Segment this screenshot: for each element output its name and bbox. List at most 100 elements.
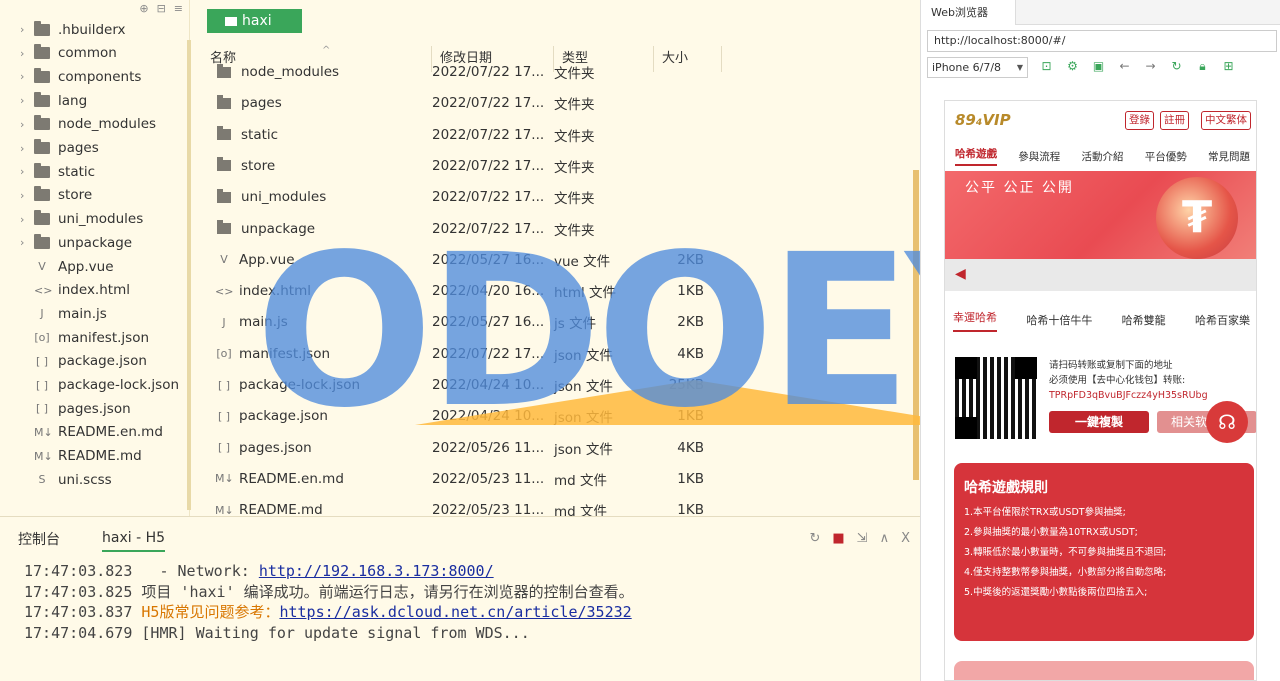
file-name: App.vue: [239, 251, 295, 268]
file-row[interactable]: uni_modules 2022/07/22 17... 文件夹: [202, 182, 722, 212]
tree-file[interactable]: [ ] pages.json: [0, 397, 190, 420]
tab-lucky-hash[interactable]: 幸運哈希: [953, 309, 997, 332]
tree-folder[interactable]: › store: [0, 184, 190, 207]
stop-icon[interactable]: ■: [832, 531, 844, 546]
tree-file[interactable]: V App.vue: [0, 255, 190, 278]
devtools-icon[interactable]: ▣: [1091, 59, 1106, 74]
file-row[interactable]: [o] manifest.json 2022/07/22 17... json 文件 4…: [202, 339, 722, 369]
nav-hash-games[interactable]: 哈希遊戲: [955, 146, 997, 166]
refresh-icon[interactable]: ↻: [1169, 59, 1184, 74]
file-row[interactable]: unpackage 2022/07/22 17... 文件夹: [202, 214, 722, 244]
file-row[interactable]: [ ] package-lock.json 2022/04/24 10... json…: [202, 370, 722, 400]
file-row[interactable]: M↓ README.md 2022/05/23 11... md 文件 1KB: [202, 495, 722, 516]
screenshot-icon[interactable]: ⊡: [1039, 59, 1054, 74]
rule-item: 3.轉賬低於最小數量時，不可參與抽獎且不退回;: [964, 547, 1167, 558]
folder-icon: [34, 162, 50, 178]
log-link[interactable]: https://ask.dcloud.net.cn/article/35232: [279, 603, 631, 621]
back-icon[interactable]: ←: [1117, 59, 1132, 74]
site-logo[interactable]: 89₄VIP: [955, 111, 1011, 129]
tree-folder[interactable]: › static: [0, 160, 190, 183]
file-name: package.json: [239, 408, 328, 425]
tab-hash-dragon[interactable]: 哈希雙龍: [1122, 312, 1166, 328]
file-row-name: unpackage: [202, 220, 432, 237]
explorer-scrollbar[interactable]: [913, 170, 919, 480]
tree-folder[interactable]: › components: [0, 65, 190, 88]
tree-folder[interactable]: › uni_modules: [0, 208, 190, 231]
folder-icon: [217, 63, 231, 78]
folder-tab-label: haxi: [242, 13, 272, 29]
tree-folder[interactable]: › common: [0, 42, 190, 65]
file-row[interactable]: static 2022/07/22 17... 文件夹: [202, 120, 722, 150]
tree-file[interactable]: Suni.scss: [0, 468, 190, 491]
file-name: manifest.json: [239, 345, 331, 362]
tab-hash-niuniu[interactable]: 哈希十倍牛牛: [1026, 312, 1092, 328]
tree-file[interactable]: <> index.html: [0, 279, 190, 302]
rules-card: 哈希遊戲規則 1.本平台僅限於TRX或USDT參與抽獎; 2.參與抽獎的最小數量…: [954, 463, 1254, 641]
grid-icon[interactable]: ⊞: [1221, 59, 1236, 74]
collapse-up-icon[interactable]: ∧: [880, 531, 890, 546]
nav-activities[interactable]: 活動介紹: [1082, 149, 1124, 164]
banner[interactable]: 公平 公正 公開 ₮: [945, 171, 1256, 259]
tree-folder[interactable]: › lang: [0, 89, 190, 112]
register-button[interactable]: 註冊: [1160, 111, 1189, 130]
file-size: 4KB: [677, 439, 704, 456]
tether-coin-icon: ₮: [1156, 177, 1238, 259]
log-link[interactable]: http://192.168.3.173:8000/: [259, 562, 494, 580]
tree-folder[interactable]: › pages: [0, 137, 190, 160]
forward-icon[interactable]: →: [1143, 59, 1158, 74]
url-input[interactable]: http://localhost:8000/#/: [927, 30, 1277, 52]
nav-process[interactable]: 參與流程: [1018, 149, 1060, 164]
file-row[interactable]: M↓ README.en.md 2022/05/23 11... md 文件 1KB: [202, 464, 722, 494]
settings-icon[interactable]: ⚙: [1065, 59, 1080, 74]
file-icon: [ ]: [217, 441, 231, 455]
browser-tab[interactable]: Web浏览器: [921, 0, 1016, 25]
tree-file[interactable]: [o] manifest.json: [0, 326, 190, 349]
folder-icon: [34, 210, 50, 226]
tree-file[interactable]: M↓ README.en.md: [0, 421, 190, 444]
chevron-down-icon: ▼: [1016, 63, 1023, 72]
copy-button[interactable]: 一鍵複製: [1049, 411, 1149, 433]
tree-file[interactable]: [ ] package-lock.json: [0, 374, 190, 397]
export-icon[interactable]: ⇲: [857, 531, 868, 546]
collapse-icon[interactable]: ⊟: [157, 2, 166, 18]
tab-haxi-h5[interactable]: haxi - H5: [102, 526, 166, 552]
file-date: 2022/04/20 16...: [432, 283, 545, 300]
tree-folder[interactable]: › .hbuilderx: [0, 18, 190, 41]
file-row[interactable]: <> index.html 2022/04/20 16... html 文件 1KB: [202, 276, 722, 306]
file-name: node_modules: [241, 64, 340, 80]
folder-icon: [34, 115, 50, 131]
close-panel-icon[interactable]: X: [901, 531, 910, 546]
file-row[interactable]: V App.vue 2022/05/27 16... vue 文件 2KB: [202, 245, 722, 275]
language-button[interactable]: 中文繁体: [1201, 111, 1251, 130]
lock-icon[interactable]: 🔒︎: [1195, 59, 1210, 74]
nav-faq[interactable]: 常見問題: [1208, 149, 1250, 164]
menu-icon[interactable]: ≡: [174, 2, 183, 18]
tree-item-label: main.js: [58, 305, 107, 322]
tree-scrollbar[interactable]: [187, 40, 191, 510]
tree-item-label: store: [58, 187, 93, 204]
browser-tabbar: Web浏览器: [921, 0, 1280, 25]
file-row[interactable]: pages 2022/07/22 17... 文件夹: [202, 88, 722, 118]
folder-tab[interactable]: haxi: [207, 9, 302, 33]
file-row[interactable]: store 2022/07/22 17... 文件夹: [202, 151, 722, 181]
file-row[interactable]: [ ] pages.json 2022/05/26 11... json 文件 4KB: [202, 433, 722, 463]
tree-file[interactable]: [ ] package.json: [0, 350, 190, 373]
customer-service-icon[interactable]: ☊: [1206, 401, 1248, 443]
tree-file[interactable]: Jmain.js: [0, 302, 190, 325]
nav-advantages[interactable]: 平台優勢: [1145, 149, 1187, 164]
file-icon: J: [222, 315, 226, 329]
restart-icon[interactable]: ↻: [809, 531, 820, 546]
login-button[interactable]: 登錄: [1125, 111, 1154, 130]
file-row[interactable]: Jmain.js 2022/05/27 16... js 文件 2KB: [202, 307, 722, 337]
folder-icon: [34, 20, 50, 36]
tree-folder[interactable]: › node_modules: [0, 113, 190, 136]
device-select[interactable]: iPhone 6/7/8 ▼: [927, 57, 1028, 78]
tab-console[interactable]: 控制台: [18, 525, 60, 553]
file-row[interactable]: node_modules 2022/07/22 17... 文件夹: [202, 57, 722, 87]
tree-file[interactable]: M↓ README.md: [0, 445, 190, 468]
locate-icon[interactable]: ⊕: [139, 2, 148, 18]
file-row[interactable]: [ ] package.json 2022/04/24 10... json 文件 1K…: [202, 401, 722, 431]
file-date: 2022/07/22 17...: [432, 189, 545, 206]
tree-folder[interactable]: › unpackage: [0, 231, 190, 254]
tab-hash-baccarat[interactable]: 哈希百家樂: [1195, 312, 1250, 328]
